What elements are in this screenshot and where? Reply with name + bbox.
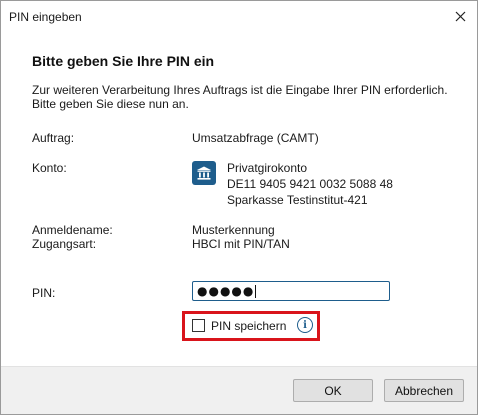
title-bar: PIN eingeben: [1, 1, 477, 31]
account-iban: DE11 9405 9421 0032 5088 48: [227, 177, 393, 191]
pin-input[interactable]: ●●●●●: [192, 281, 390, 301]
button-bar: OK Abbrechen: [1, 366, 477, 414]
intro-line-2: Bitte geben Sie diese nun an.: [32, 97, 189, 111]
cancel-button[interactable]: Abbrechen: [384, 379, 464, 402]
account-name: Privatgirokonto: [227, 161, 308, 175]
close-button[interactable]: [445, 2, 475, 30]
anmeldename-label: Anmeldename:: [32, 223, 113, 237]
intro-line-1: Zur weiteren Verarbeitung Ihres Auftrags…: [32, 83, 448, 97]
intro-text: Zur weiteren Verarbeitung Ihres Auftrags…: [32, 83, 462, 111]
pin-label: PIN:: [32, 286, 56, 300]
save-pin-label[interactable]: PIN speichern: [211, 319, 286, 333]
zugangsart-label: Zugangsart:: [32, 237, 97, 251]
zugangsart-value: HBCI mit PIN/TAN: [192, 237, 290, 251]
konto-label: Konto:: [32, 161, 67, 175]
dialog-heading: Bitte geben Sie Ihre PIN ein: [32, 53, 215, 69]
ok-button[interactable]: OK: [293, 379, 373, 402]
auftrag-value: Umsatzabfrage (CAMT): [192, 131, 319, 145]
bank-icon: [192, 161, 216, 185]
save-pin-checkbox[interactable]: [192, 319, 205, 332]
account-bank: Sparkasse Testinstitut-421: [227, 193, 368, 207]
pin-dialog: PIN eingeben Bitte geben Sie Ihre PIN ei…: [0, 0, 478, 415]
info-icon[interactable]: i: [297, 317, 313, 333]
pin-masked-value: ●●●●●: [197, 284, 255, 298]
window-title: PIN eingeben: [9, 10, 82, 24]
text-caret: [255, 284, 257, 298]
auftrag-label: Auftrag:: [32, 131, 75, 145]
account-details: Privatgirokonto DE11 9405 9421 0032 5088…: [227, 160, 393, 208]
close-icon: [455, 11, 465, 21]
anmeldename-value: Musterkennung: [192, 223, 275, 237]
